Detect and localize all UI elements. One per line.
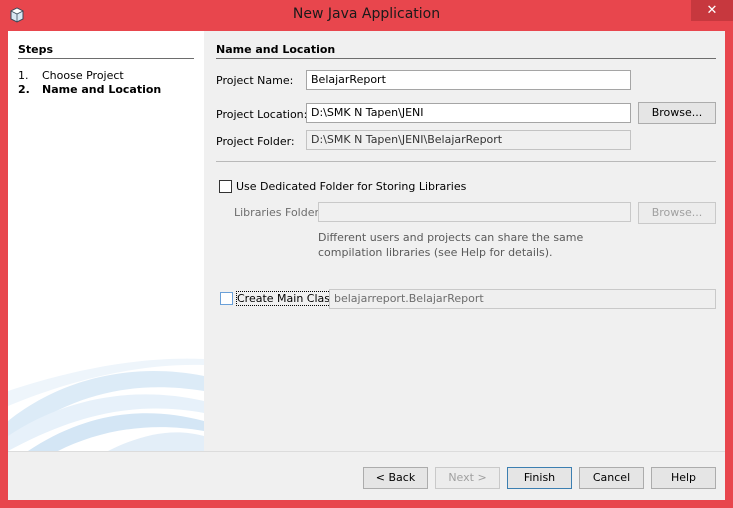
cancel-button[interactable]: Cancel xyxy=(579,467,644,489)
project-name-label: Project Name: xyxy=(216,74,294,87)
libraries-folder-label: Libraries Folder: xyxy=(234,206,323,219)
form-divider xyxy=(216,161,716,162)
browse-location-button[interactable]: Browse... xyxy=(638,102,716,124)
close-icon: ✕ xyxy=(706,3,718,18)
step-number: 2. xyxy=(18,83,30,96)
window-title: New Java Application xyxy=(292,6,441,22)
dedicated-folder-label[interactable]: Use Dedicated Folder for Storing Librari… xyxy=(236,180,466,193)
project-folder-field: D:\SMK N Tapen\JENI\BelajarReport xyxy=(306,130,631,150)
libraries-folder-input xyxy=(318,202,631,222)
steps-panel: Steps 1. Choose Project 2. Name and Locati… xyxy=(8,31,204,451)
steps-divider xyxy=(18,58,194,59)
dedicated-folder-checkbox[interactable] xyxy=(219,180,232,193)
main-panel: Name and Location Project Name: BelajarR… xyxy=(204,31,725,451)
section-divider xyxy=(216,58,716,59)
step-name-and-location: 2. Name and Location xyxy=(18,83,161,96)
browse-libraries-button: Browse... xyxy=(638,202,716,224)
next-button: Next > xyxy=(435,467,500,489)
step-number: 1. xyxy=(18,69,29,82)
help-button[interactable]: Help xyxy=(651,467,716,489)
project-location-input[interactable]: D:\SMK N Tapen\JENI xyxy=(306,103,631,123)
dialog-client-area: Steps 1. Choose Project 2. Name and Locati… xyxy=(8,31,725,500)
project-name-input[interactable]: BelajarReport xyxy=(306,70,631,90)
decorative-swoosh-graphic xyxy=(8,358,204,451)
step-label: Choose Project xyxy=(42,69,124,82)
back-button[interactable]: < Back xyxy=(363,467,428,489)
steps-title: Steps xyxy=(18,43,54,56)
close-button[interactable]: ✕ xyxy=(691,0,733,21)
project-folder-label: Project Folder: xyxy=(216,135,295,148)
main-class-input: belajarreport.BelajarReport xyxy=(329,289,716,309)
step-label: Name and Location xyxy=(42,83,162,96)
footer-divider xyxy=(8,451,725,452)
title-bar[interactable]: New Java Application ✕ xyxy=(0,0,733,31)
step-choose-project: 1. Choose Project xyxy=(18,69,124,82)
finish-button[interactable]: Finish xyxy=(507,467,572,489)
create-main-class-label[interactable]: Create Main Class xyxy=(236,291,337,306)
create-main-class-checkbox[interactable] xyxy=(220,292,233,305)
libraries-help-text: Different users and projects can share t… xyxy=(318,231,584,259)
section-title: Name and Location xyxy=(216,43,336,56)
project-location-label: Project Location: xyxy=(216,108,308,121)
